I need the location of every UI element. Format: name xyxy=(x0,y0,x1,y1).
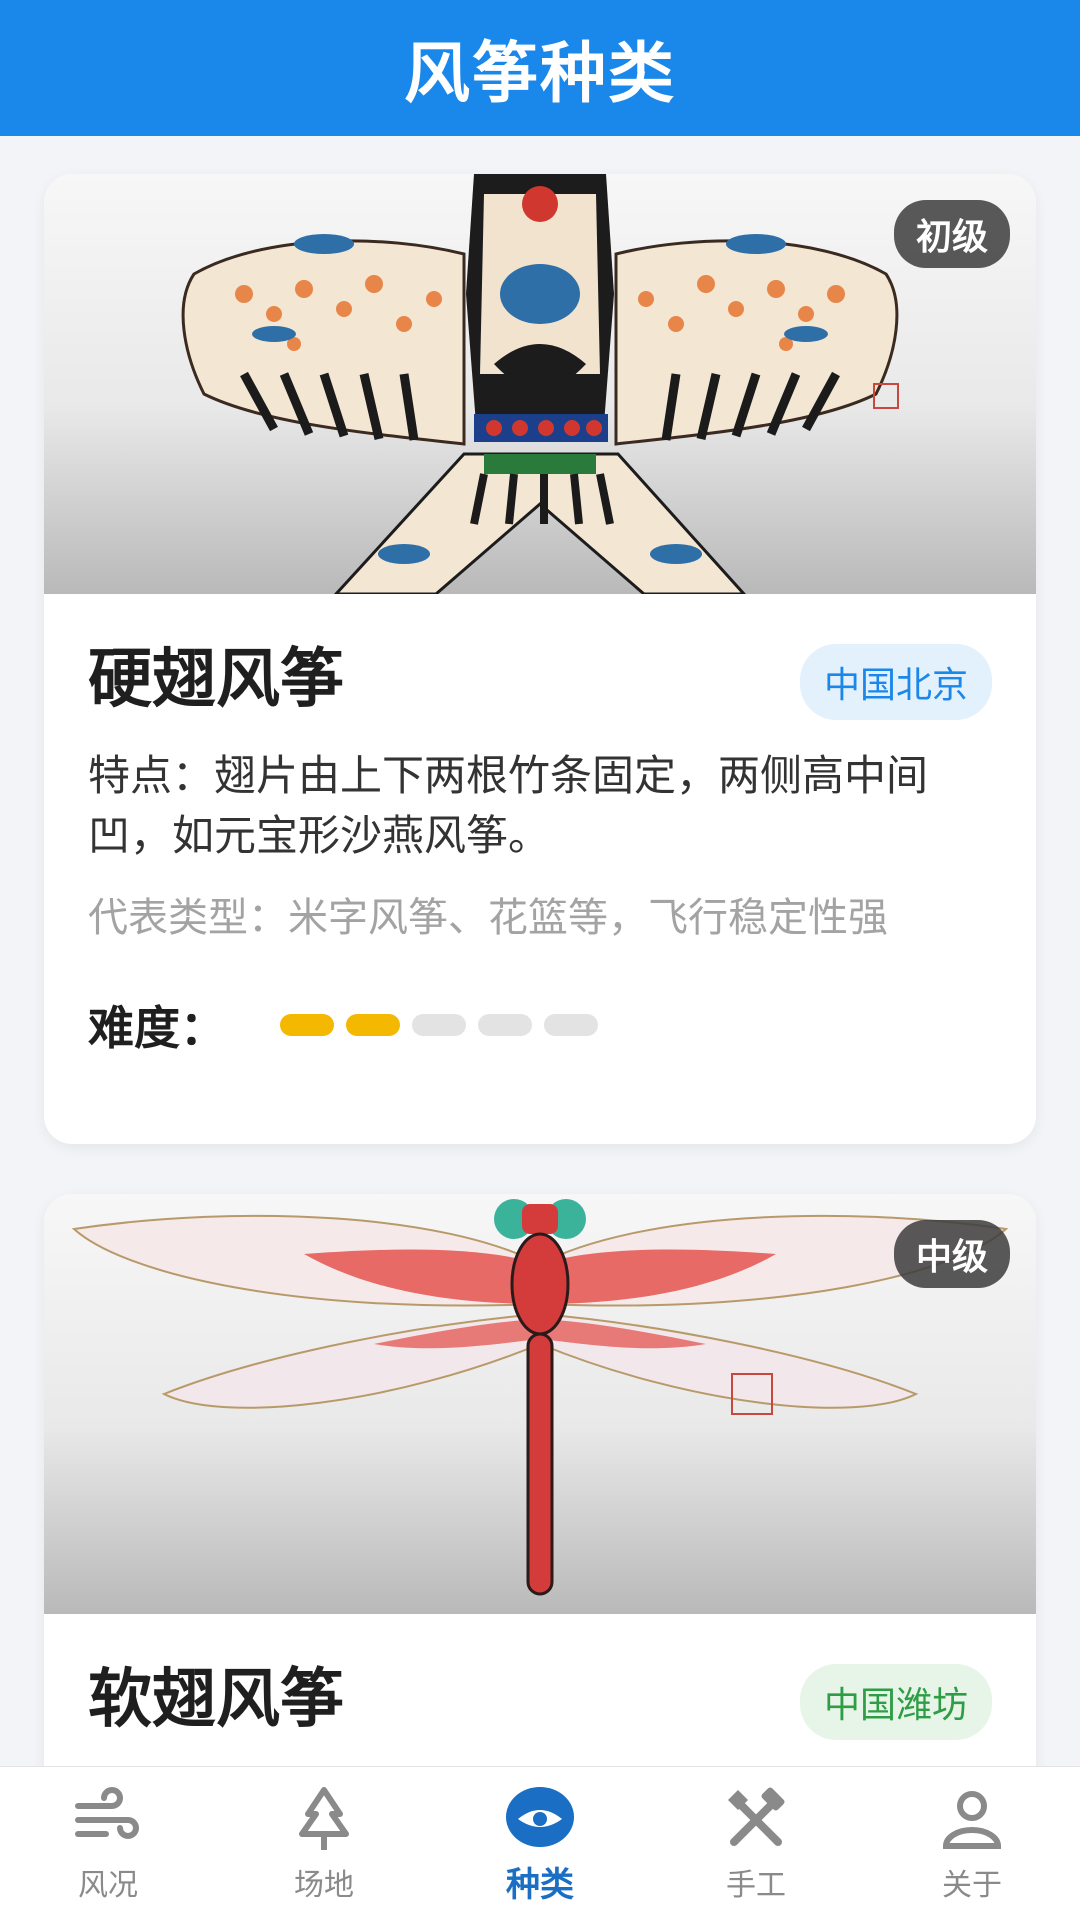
difficulty-row: 难度： xyxy=(88,992,992,1058)
difficulty-dot xyxy=(544,1014,598,1036)
difficulty-dot xyxy=(280,1014,334,1036)
difficulty-dot xyxy=(412,1014,466,1036)
dragonfly-kite-image: 中级 xyxy=(44,1194,1036,1614)
tab-label: 风况 xyxy=(78,1867,138,1903)
region-badge: 中国潍坊 xyxy=(799,1664,992,1740)
tools-icon xyxy=(728,1787,785,1846)
tab-about[interactable]: 关于 xyxy=(864,1767,1080,1920)
wind-icon xyxy=(75,1786,139,1839)
representative-text: 代表类型：米字风筝、花篮等，飞行稳定性强 xyxy=(88,895,888,941)
region-badge: 中国北京 xyxy=(799,644,992,720)
tab-label: 种类 xyxy=(506,1865,574,1905)
level-badge: 中级 xyxy=(893,1220,1010,1288)
kite-list[interactable]: 初级 硬翅风筝 中国北京 特点：翅片由上下两根竹条固定，两侧高中间凹，如元宝形沙… xyxy=(0,136,1080,1766)
card-body: 软翅风筝 中国潍坊 xyxy=(44,1614,1036,1740)
tab-wind[interactable]: 风况 xyxy=(0,1767,216,1920)
bottom-tab-bar: 风况 场地 种类 手工 关于 xyxy=(0,1766,1080,1920)
tab-crafts[interactable]: 手工 xyxy=(648,1767,864,1920)
tab-label: 关于 xyxy=(942,1867,1002,1903)
tab-label: 手工 xyxy=(726,1867,786,1903)
tab-venue[interactable]: 场地 xyxy=(216,1767,432,1920)
kite-eye-icon xyxy=(506,1787,574,1847)
card-body: 硬翅风筝 中国北京 特点：翅片由上下两根竹条固定，两侧高中间凹，如元宝形沙燕风筝… xyxy=(44,594,1036,1058)
app-header: 风筝种类 xyxy=(0,0,1080,136)
level-badge: 初级 xyxy=(893,200,1010,268)
feature-text: 特点：翅片由上下两根竹条固定，两侧高中间凹，如元宝形沙燕风筝。 xyxy=(88,751,929,860)
kite-card[interactable]: 初级 硬翅风筝 中国北京 特点：翅片由上下两根竹条固定，两侧高中间凹，如元宝形沙… xyxy=(44,174,1036,1144)
difficulty-dot xyxy=(478,1014,532,1036)
difficulty-dot xyxy=(346,1014,400,1036)
swallow-kite-image: 初级 xyxy=(44,174,1036,594)
tab-types[interactable]: 种类 xyxy=(432,1767,648,1920)
kite-card[interactable]: 中级 软翅风筝 中国潍坊 xyxy=(44,1194,1036,1766)
difficulty-label: 难度： xyxy=(88,1001,226,1055)
tab-label: 场地 xyxy=(294,1867,354,1903)
tree-icon xyxy=(299,1786,349,1850)
user-icon xyxy=(942,1790,1002,1849)
difficulty-indicator xyxy=(280,1014,598,1036)
page-title: 风筝种类 xyxy=(404,35,676,112)
